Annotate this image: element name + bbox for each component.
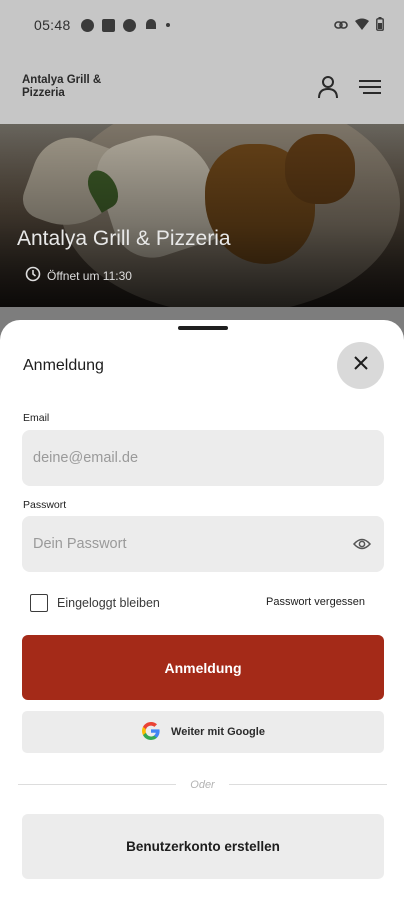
sync-icon [80,18,94,32]
link-icon [334,17,348,33]
dot-icon [165,23,170,27]
google-icon [141,721,161,744]
close-button[interactable] [337,342,384,389]
opening-time: Öffnet um 11:30 [25,266,132,285]
password-field[interactable] [33,536,351,552]
status-icons-left [80,17,170,34]
login-button[interactable]: Anmeldung [22,635,384,700]
login-sheet: Anmeldung Email Passwort Eingeloggt blei… [0,320,404,900]
email-field-container [22,430,384,486]
app-header: Antalya Grill & Pizzeria [0,50,404,124]
battery-icon [376,16,384,34]
show-password-icon[interactable] [351,533,373,555]
email-field[interactable] [33,450,373,466]
email-label: Email [23,412,50,424]
opening-time-text: Öffnet um 11:30 [47,268,132,283]
settings-icon [122,18,136,32]
status-bar: 05:48 [0,0,404,50]
hero-banner: Antalya Grill & Pizzeria Öffnet um 11:30 [0,124,404,307]
google-signin-button[interactable]: Weiter mit Google [22,711,384,753]
sheet-drag-handle[interactable] [178,326,228,330]
divider-label: Oder [190,778,215,791]
password-label: Passwort [23,499,67,511]
create-account-button[interactable]: Benutzerkonto erstellen [22,814,384,879]
sheet-title: Anmeldung [23,357,104,374]
wifi-icon [355,17,369,33]
menu-icon[interactable] [358,75,382,99]
or-divider: Oder [18,779,387,791]
remember-me-checkbox[interactable] [30,594,48,612]
square-icon [101,18,115,32]
account-icon[interactable] [316,75,340,99]
header-actions [316,75,382,99]
remember-me-label: Eingeloggt bleiben [57,596,160,610]
android-icon [144,17,158,34]
close-icon [353,356,368,375]
forgot-password-link[interactable]: Passwort vergessen [266,596,365,608]
divider-line [18,784,177,785]
google-signin-label: Weiter mit Google [171,726,265,738]
remember-me[interactable]: Eingeloggt bleiben [30,594,160,612]
divider-line [228,784,387,785]
hero-title: Antalya Grill & Pizzeria [17,227,231,250]
password-field-container [22,516,384,572]
brand-name: Antalya Grill & Pizzeria [22,74,102,99]
status-time: 05:48 [34,17,71,33]
status-icons-right [334,16,384,34]
clock-icon [25,266,41,285]
